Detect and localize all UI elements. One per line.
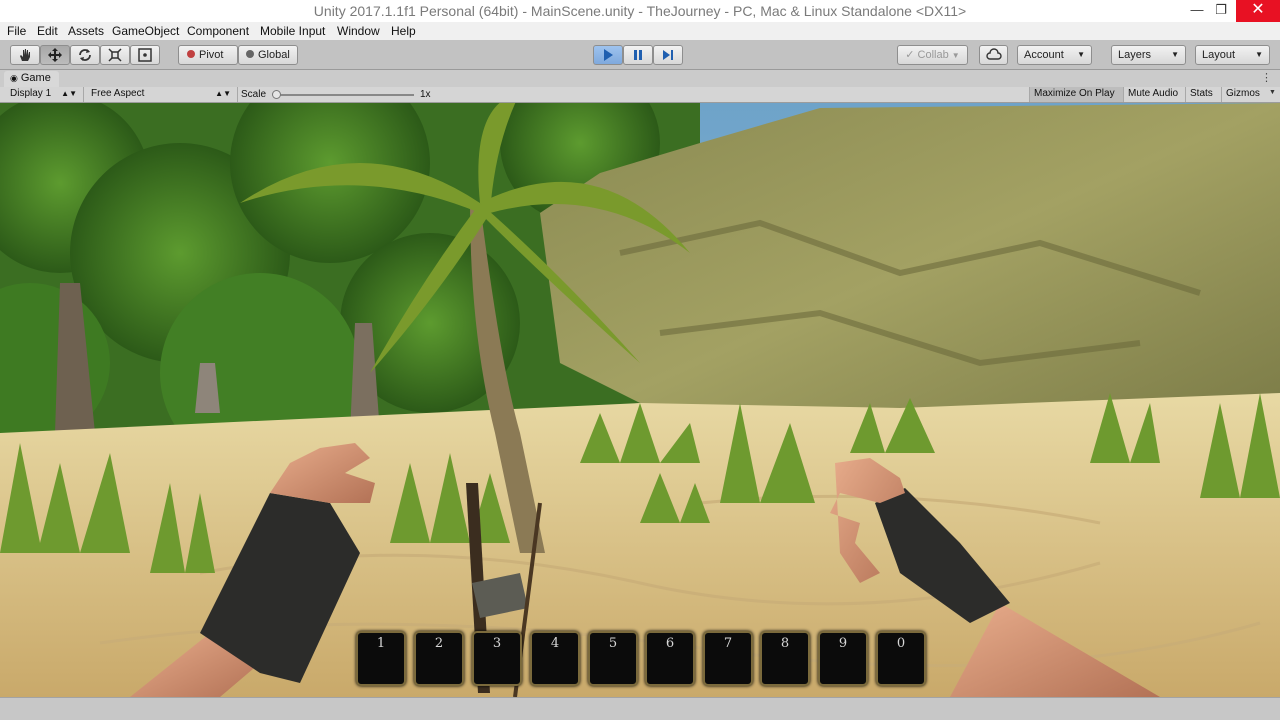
slot-number: 2	[434, 636, 444, 651]
hand-tool-button[interactable]	[10, 45, 40, 65]
layers-dropdown[interactable]: Layers ▼	[1111, 45, 1186, 65]
menu-component[interactable]: Component	[187, 24, 249, 38]
window-title-bar: Unity 2017.1.1f1 Personal (64bit) - Main…	[0, 0, 1280, 22]
aspect-label: Free Aspect	[91, 88, 145, 99]
hotbar-slot[interactable]: 4	[530, 631, 580, 686]
layout-label: Layout	[1202, 49, 1236, 61]
scale-value: 1x	[420, 89, 431, 100]
display-label: Display 1	[10, 88, 52, 99]
slot-number: 5	[608, 636, 618, 651]
hand-icon	[20, 49, 30, 61]
menu-window[interactable]: Window	[337, 24, 380, 38]
mute-audio-toggle[interactable]: Mute Audio	[1123, 87, 1185, 102]
game-view-header: ◉ Game ⋮	[0, 70, 1280, 87]
game-icon: ◉	[10, 73, 18, 83]
cloud-button[interactable]	[979, 45, 1008, 65]
hotbar-slot[interactable]: 8	[760, 631, 810, 686]
hotbar-slot[interactable]: 5	[588, 631, 638, 686]
maximize-on-play-toggle[interactable]: Maximize On Play	[1029, 87, 1123, 102]
bottom-status-bar	[0, 697, 1280, 720]
dropdown-arrows-icon: ▲▼	[61, 89, 77, 98]
window-title: Unity 2017.1.1f1 Personal (64bit) - Main…	[313, 3, 967, 19]
step-button[interactable]	[653, 45, 683, 65]
pause-icon	[634, 50, 642, 60]
hotbar-slot[interactable]: 9	[818, 631, 868, 686]
restore-icon[interactable]: ❐	[1206, 0, 1236, 22]
collab-dropdown[interactable]: ✓ Collab ▼	[897, 45, 968, 65]
slot-number: 6	[665, 636, 675, 651]
display-dropdown[interactable]: Display 1 ▲▼	[0, 87, 84, 102]
slot-number: 9	[838, 636, 848, 651]
layout-dropdown[interactable]: Layout ▼	[1195, 45, 1270, 65]
pivot-icon	[187, 50, 195, 58]
game-tab-label: Game	[20, 72, 51, 84]
layers-label: Layers	[1118, 49, 1152, 61]
chevron-down-icon: ▼	[1171, 50, 1179, 59]
account-label: Account	[1024, 49, 1064, 61]
account-dropdown[interactable]: Account ▼	[1017, 45, 1092, 65]
scale-icon	[108, 48, 122, 62]
game-scene	[0, 103, 1280, 697]
rotate-icon	[79, 49, 91, 61]
menu-gameobject[interactable]: GameObject	[112, 24, 179, 38]
pivot-toggle[interactable]: Pivot	[178, 45, 238, 65]
pause-button[interactable]	[623, 45, 653, 65]
menu-help[interactable]: Help	[391, 24, 416, 38]
panel-menu-icon[interactable]: ⋮	[1261, 71, 1272, 84]
menu-edit[interactable]: Edit	[37, 24, 58, 38]
hotbar-slot[interactable]: 6	[645, 631, 695, 686]
slot-number: 0	[896, 636, 906, 651]
menu-bar: File Edit Assets GameObject Component Mo…	[0, 22, 1280, 40]
hotbar-slot[interactable]: 1	[356, 631, 406, 686]
global-icon	[246, 50, 254, 58]
dropdown-arrows-icon: ▲▼	[215, 89, 231, 98]
slot-number: 3	[492, 636, 502, 651]
slot-number: 4	[550, 636, 560, 651]
aspect-dropdown[interactable]: Free Aspect ▲▼	[84, 87, 238, 102]
collab-check-icon: ✓	[905, 49, 915, 61]
menu-mobile-input[interactable]: Mobile Input	[260, 24, 325, 38]
cloud-icon	[985, 48, 1002, 60]
hotbar-slot[interactable]: 2	[414, 631, 464, 686]
hotbar-slot[interactable]: 7	[703, 631, 753, 686]
slot-number: 8	[780, 636, 790, 651]
play-icon	[604, 49, 613, 61]
rect-transform-icon	[138, 48, 152, 62]
tab-game[interactable]: ◉ Game	[4, 71, 59, 87]
slot-number: 1	[376, 636, 386, 651]
chevron-down-icon: ▼	[951, 51, 960, 60]
move-arrows-icon	[48, 48, 62, 62]
main-toolbar: Pivot Global ✓ Collab ▼ Account ▼ Layers…	[0, 40, 1280, 70]
game-viewport[interactable]	[0, 103, 1280, 697]
rect-tool-button[interactable]	[130, 45, 160, 65]
move-tool-button[interactable]	[40, 45, 70, 65]
gizmos-dropdown[interactable]: Gizmos	[1221, 87, 1269, 102]
close-icon[interactable]: ✕	[1236, 0, 1280, 22]
stats-toggle[interactable]: Stats	[1185, 87, 1221, 102]
pivot-label: Pivot	[199, 49, 224, 61]
global-label: Global	[258, 49, 290, 61]
chevron-down-icon: ▼	[1269, 89, 1276, 96]
scale-slider[interactable]	[272, 90, 414, 99]
step-icon	[663, 50, 673, 60]
scale-tool-button[interactable]	[100, 45, 130, 65]
chevron-down-icon: ▼	[1077, 50, 1085, 59]
game-view-toolbar: Display 1 ▲▼ Free Aspect ▲▼ Scale 1x Max…	[0, 87, 1280, 103]
menu-file[interactable]: File	[7, 24, 26, 38]
play-button[interactable]	[593, 45, 623, 65]
slot-number: 7	[723, 636, 733, 651]
menu-assets[interactable]: Assets	[68, 24, 104, 38]
rotate-tool-button[interactable]	[70, 45, 100, 65]
global-toggle[interactable]: Global	[238, 45, 298, 65]
collab-label: Collab	[917, 49, 949, 61]
hotbar-slot[interactable]: 3	[472, 631, 522, 686]
chevron-down-icon: ▼	[1255, 50, 1263, 59]
scale-slider-thumb[interactable]	[272, 90, 281, 99]
hotbar-slot[interactable]: 0	[876, 631, 926, 686]
scale-label: Scale	[241, 89, 267, 100]
